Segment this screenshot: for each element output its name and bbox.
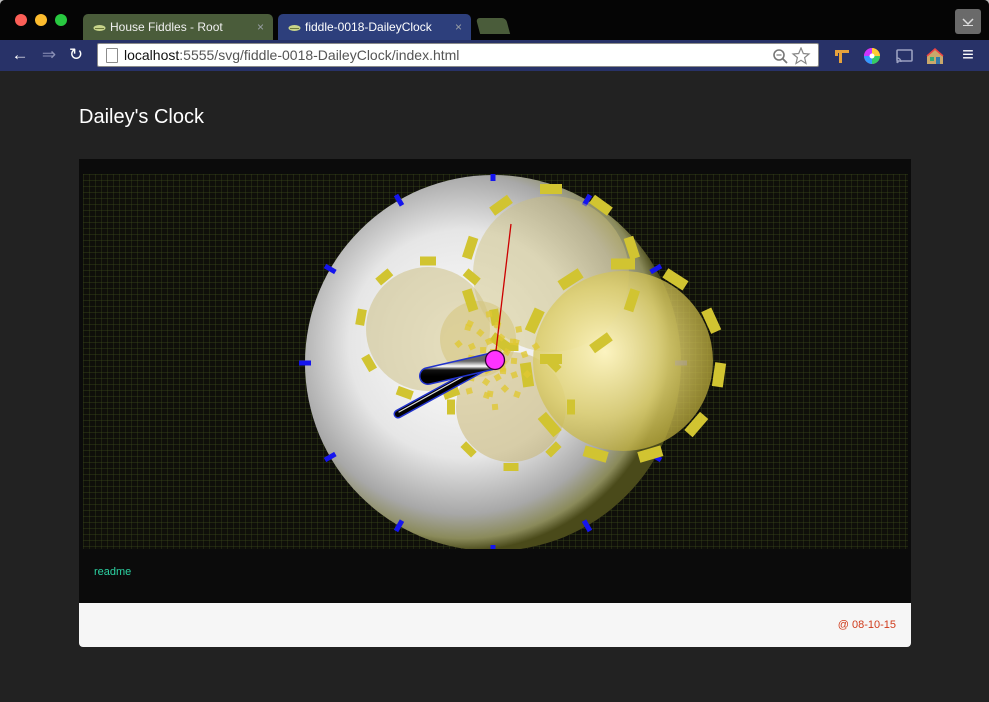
new-tab-button[interactable] [475, 18, 511, 34]
browser-window: House Fiddles - Root × fiddle-0018-Daile… [0, 0, 989, 702]
forward-button[interactable]: ⇒ [38, 44, 60, 66]
back-arrow-icon: ← [11, 45, 29, 64]
browser-toolbar: ← ⇒ ↻ localhost:5555/svg/fiddle-0018-Dai… [0, 40, 989, 71]
gear-tooth [540, 184, 562, 194]
house-extension-icon[interactable] [925, 46, 945, 66]
gear-tooth [420, 256, 436, 266]
dailey-clock-svg [83, 174, 908, 549]
gear-tooth [503, 463, 519, 471]
turtle-favicon-icon [93, 25, 106, 31]
color-wheel-extension-icon[interactable] [862, 46, 882, 66]
chevron-down-icon [962, 18, 974, 26]
tab-house-fiddles[interactable]: House Fiddles - Root × [83, 14, 273, 40]
page-icon [106, 48, 118, 63]
tab-dailey-clock[interactable]: fiddle-0018-DaileyClock × [278, 14, 471, 40]
readme-link[interactable]: readme [94, 566, 131, 578]
zoom-window-button[interactable] [55, 14, 67, 26]
gear-tooth [611, 258, 635, 270]
star-icon[interactable] [791, 46, 811, 65]
sparkle [510, 357, 518, 365]
hamburger-menu-icon: ≡ [962, 44, 974, 66]
magnifier-icon[interactable] [773, 49, 788, 64]
url-host: localhost [124, 47, 180, 63]
eyedropper-extension-icon[interactable] [832, 46, 852, 66]
title-bar: House Fiddles - Root × fiddle-0018-Daile… [0, 0, 989, 40]
tab-close-icon[interactable]: × [257, 14, 264, 40]
back-button[interactable]: ← [9, 44, 31, 66]
close-window-button[interactable] [15, 14, 27, 26]
url-actions [772, 46, 812, 65]
tab-close-icon[interactable]: × [455, 14, 462, 40]
hour-tick [490, 545, 496, 549]
page-footer: @ 08-10-15 [79, 603, 911, 647]
sparkle [485, 310, 493, 318]
tab-title: fiddle-0018-DaileyClock [305, 20, 432, 34]
hour-tick [490, 174, 496, 181]
clock-stage: readme [79, 159, 911, 603]
sparkle [486, 390, 494, 398]
center-pin [484, 349, 506, 371]
sparkle [491, 403, 499, 411]
profile-menu-button[interactable] [955, 9, 981, 34]
url-path: :5555/svg/fiddle-0018-DaileyClock/index.… [179, 47, 460, 63]
reload-icon: ↻ [68, 45, 84, 64]
gear-tooth [567, 399, 575, 415]
url-text[interactable]: localhost:5555/svg/fiddle-0018-DaileyClo… [124, 44, 459, 66]
turtle-favicon-icon [288, 25, 301, 31]
sparkle [515, 325, 523, 333]
page-content: Dailey's Clock readme @ 08-10-15 [4, 71, 986, 702]
footer-date: @ 08-10-15 [837, 619, 896, 631]
hour-tick [299, 360, 311, 366]
forward-arrow-icon: ⇒ [41, 45, 57, 64]
sparkle [480, 347, 487, 354]
browser-menu-button[interactable]: ≡ [957, 44, 979, 66]
sparkle [509, 338, 517, 346]
gear-tooth [447, 399, 455, 415]
address-bar[interactable]: localhost:5555/svg/fiddle-0018-DaileyClo… [97, 43, 819, 67]
reload-button[interactable]: ↻ [65, 44, 87, 66]
tab-title: House Fiddles - Root [110, 20, 223, 34]
cast-icon[interactable] [894, 46, 914, 66]
minimize-window-button[interactable] [35, 14, 47, 26]
page-title: Dailey's Clock [79, 106, 204, 128]
